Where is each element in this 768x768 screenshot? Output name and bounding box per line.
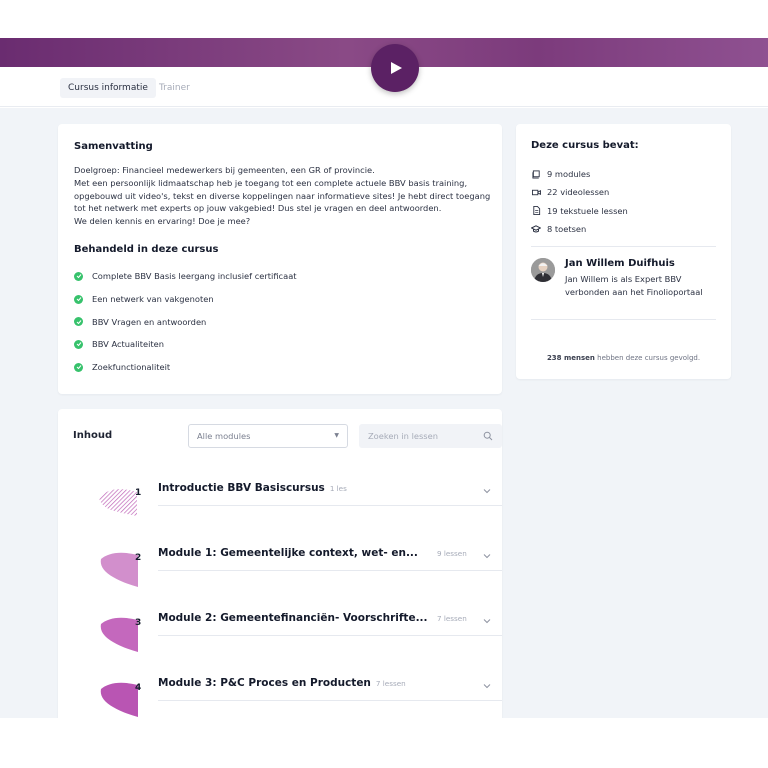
module-filter-value: Alle modules <box>197 431 251 441</box>
chevron-down-icon[interactable] <box>482 616 492 626</box>
divider <box>531 246 716 248</box>
content-title: Inhoud <box>73 430 113 441</box>
covered-item-label: Een netwerk van vakgenoten <box>92 294 214 305</box>
tab-course-info[interactable]: Cursus informatie <box>60 78 156 98</box>
modules-icon <box>531 169 541 179</box>
divider <box>531 319 716 321</box>
module-number: 2 <box>135 553 142 563</box>
trainer-name[interactable]: Jan Willem Duifhuis <box>565 258 715 269</box>
module-row[interactable]: 4 Module 3: P&C Proces en Producten 7 les… <box>73 659 502 724</box>
graduation-cap-icon <box>531 224 541 234</box>
module-title-text: Module 3: P&C Proces en Producten <box>158 677 371 689</box>
covered-title: Behandeld in deze cursus <box>74 243 219 255</box>
lesson-search <box>359 424 502 448</box>
trainer-bio: Jan Willem is als Expert BBV verbonden a… <box>565 274 703 297</box>
module-title[interactable]: Module 1: Gemeentelijke context, wet- en… <box>158 547 418 559</box>
check-icon <box>74 339 83 349</box>
lesson-search-input[interactable] <box>368 424 478 448</box>
summary-line: Doelgroep: Financieel medewerkers bij ge… <box>74 165 375 175</box>
module-lesson-count: 9 lessen <box>437 549 467 558</box>
check-icon <box>74 271 83 281</box>
module-title[interactable]: Module 3: P&C Proces en Producten 7 lesse… <box>158 677 406 689</box>
module-lesson-count: 1 les <box>329 484 347 493</box>
document-icon <box>531 206 541 216</box>
module-progress-shape <box>99 489 137 516</box>
check-icon <box>74 294 83 304</box>
contents-list: 9 modules 22 videolessen 19 tekstuele le… <box>531 165 716 238</box>
covered-item-label: Complete BBV Basis leergang inclusief ce… <box>92 271 297 282</box>
contents-item: 19 tekstuele lessen <box>531 202 716 220</box>
module-row[interactable]: 3 Module 2: Gemeentefinanciën- Voorschri… <box>73 594 502 659</box>
video-icon <box>531 187 541 197</box>
contents-title: Deze cursus bevat: <box>531 140 639 151</box>
module-progress-shape <box>100 552 138 587</box>
row-divider <box>158 635 502 636</box>
module-row[interactable]: 2 Module 1: Gemeentelijke context, wet- … <box>73 529 502 594</box>
contents-item: 9 modules <box>531 165 716 183</box>
row-divider <box>158 570 502 571</box>
trainer-avatar[interactable] <box>531 258 555 283</box>
followers-text: 238 mensen hebben deze cursus gevolgd. <box>531 354 716 362</box>
covered-item: Zoekfunctionaliteit <box>74 356 486 379</box>
covered-item: Een netwerk van vakgenoten <box>74 288 486 311</box>
summary-line: Met een persoonlijk lidmaatschap heb je … <box>74 177 468 188</box>
contents-item-label: 22 videolessen <box>547 187 610 198</box>
module-number: 4 <box>135 683 142 693</box>
contents-item: 22 videolessen <box>531 183 716 201</box>
covered-item: Complete BBV Basis leergang inclusief ce… <box>74 265 486 288</box>
summary-card: Samenvatting Doelgroep: Financieel medew… <box>58 124 502 394</box>
caret-down-icon: ▼ <box>334 432 339 439</box>
module-number: 1 <box>135 488 142 498</box>
course-contents-card: Deze cursus bevat: 9 modules 22 videoles… <box>516 124 731 379</box>
content-header: Inhoud Alle modules ▼ <box>73 409 502 464</box>
play-button[interactable] <box>371 44 419 92</box>
covered-item: BBV Actualiteiten <box>74 333 486 356</box>
covered-item-label: BBV Vragen en antwoorden <box>92 316 207 327</box>
play-icon <box>391 62 402 74</box>
chevron-down-icon[interactable] <box>482 551 492 561</box>
covered-item-label: Zoekfunctionaliteit <box>92 362 171 373</box>
module-progress-shape <box>100 617 138 652</box>
module-lesson-count: 7 lessen <box>375 679 406 688</box>
check-icon <box>74 317 83 327</box>
module-title[interactable]: Module 2: Gemeentefinanciën- Voorschrift… <box>158 612 428 624</box>
covered-item-label: BBV Actualiteiten <box>92 339 165 350</box>
module-row[interactable]: 1 Introductie BBV Basiscursus 1 les <box>73 464 502 529</box>
module-number: 3 <box>135 618 142 628</box>
module-progress-shape <box>100 682 138 717</box>
summary-line: tot het netwerk met experts op jouw vakg… <box>74 203 442 214</box>
contents-item: 8 toetsen <box>531 220 716 238</box>
page-footer <box>0 718 768 768</box>
contents-item-label: 19 tekstuele lessen <box>547 205 628 216</box>
contents-item-label: 9 modules <box>547 169 591 180</box>
content-card: Inhoud Alle modules ▼ 1 Introductie BBV … <box>58 409 502 729</box>
chevron-down-icon[interactable] <box>482 486 492 496</box>
summary-line: We delen kennis en ervaring! Doe je mee? <box>74 216 251 227</box>
chevron-down-icon[interactable] <box>482 681 492 691</box>
row-divider <box>158 505 502 506</box>
summary-line: opgebouwd uit video's, tekst en diverse … <box>74 190 491 201</box>
followers-suffix: hebben deze cursus gevolgd. <box>597 354 701 363</box>
module-title-text: Introductie BBV Basiscursus <box>158 482 325 494</box>
covered-item: BBV Vragen en antwoorden <box>74 310 486 333</box>
module-title[interactable]: Introductie BBV Basiscursus 1 les <box>158 482 347 494</box>
summary-title: Samenvatting <box>74 141 153 152</box>
trainer-block: Jan Willem Duifhuis Jan Willem is als Ex… <box>531 257 716 319</box>
check-icon <box>74 362 83 372</box>
followers-count: 238 mensen <box>546 354 595 363</box>
module-filter-select[interactable]: Alle modules ▼ <box>188 424 348 448</box>
search-icon[interactable] <box>483 431 493 441</box>
module-lesson-count: 7 lessen <box>437 614 467 623</box>
contents-item-label: 8 toetsen <box>547 224 587 235</box>
row-divider <box>158 700 502 701</box>
covered-list: Complete BBV Basis leergang inclusief ce… <box>74 265 486 378</box>
tab-trainer[interactable]: Trainer <box>151 78 198 98</box>
summary-paragraph: Doelgroep: Financieel medewerkers bij ge… <box>74 164 494 228</box>
